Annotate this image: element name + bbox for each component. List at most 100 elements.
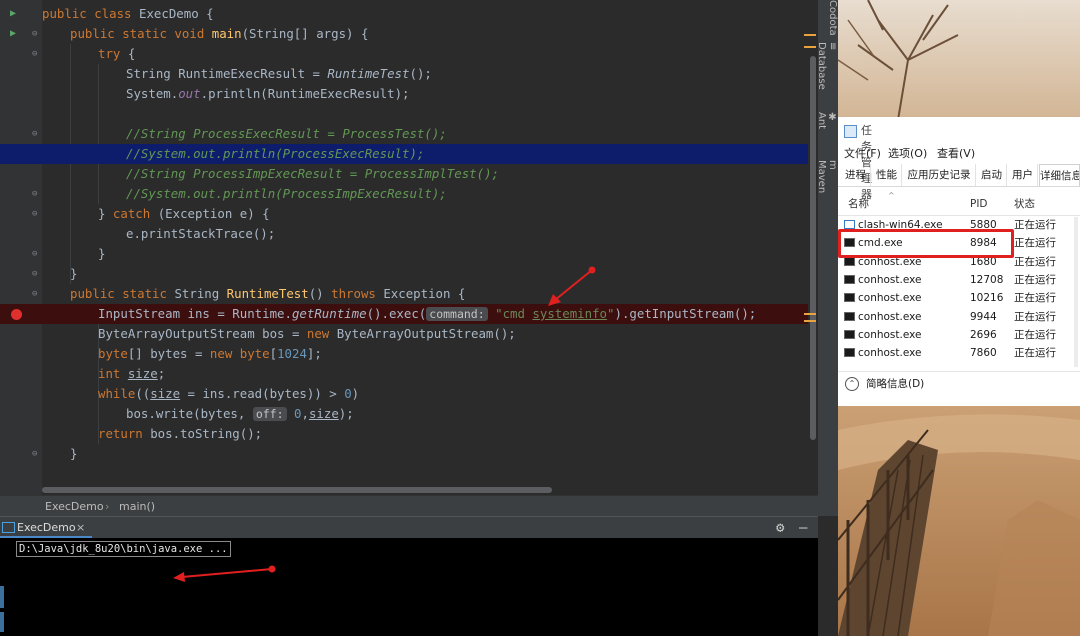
process-status: 正在运行 <box>1014 328 1056 341</box>
process-table-scrollbar[interactable] <box>1074 217 1078 367</box>
fold-icon[interactable]: ⊖ <box>32 284 37 304</box>
code-token: ).getInputStream(); <box>614 306 757 321</box>
editor-horizontal-scrollbar[interactable] <box>42 487 552 493</box>
code-line[interactable]: //String ProcessExecResult = ProcessTest… <box>0 124 808 144</box>
run-tool-window-header: ExecDemo × ⚙ — <box>0 516 818 539</box>
code-line[interactable]: } ⊖ <box>0 444 808 464</box>
error-stripe-marker[interactable] <box>804 313 816 315</box>
code-editor[interactable]: public class ExecDemo {▶ public static vo… <box>0 4 808 464</box>
error-stripe-marker[interactable] <box>804 46 816 48</box>
process-row[interactable]: conhost.exe 2696 正在运行 <box>838 326 1080 344</box>
code-token: ExecDemo { <box>138 6 214 21</box>
fold-icon[interactable]: ⊖ <box>32 444 37 464</box>
code-line[interactable]: } ⊖ <box>0 264 808 284</box>
breadcrumb-class[interactable]: ExecDemo <box>45 496 104 517</box>
console-side-button[interactable] <box>0 586 4 608</box>
breadcrumb-method[interactable]: main() <box>119 496 155 517</box>
fold-icon[interactable]: ⊖ <box>32 184 37 204</box>
code-token: new <box>306 326 337 341</box>
minimize-icon[interactable]: — <box>799 518 807 538</box>
run-tab-execdemo[interactable]: ExecDemo × <box>0 517 92 539</box>
code-line[interactable]: int size; <box>0 364 808 384</box>
parameter-hint: command: <box>426 307 488 321</box>
tab-details[interactable]: 详细信息 <box>1039 164 1080 186</box>
tab-startup[interactable]: 启动 <box>977 164 1007 186</box>
parameter-hint: off: <box>252 407 287 421</box>
tool-tab-maven[interactable]: m Maven <box>816 160 838 193</box>
code-token: ByteArrayOutputStream(); <box>336 326 516 341</box>
console-icon <box>844 293 855 303</box>
process-row[interactable]: conhost.exe 10216 正在运行 <box>838 289 1080 307</box>
fold-icon[interactable]: ⊖ <box>32 244 37 264</box>
code-line[interactable]: while((size = ins.read(bytes)) > 0) <box>0 384 808 404</box>
fold-icon[interactable]: ⊖ <box>32 264 37 284</box>
code-line[interactable]: public class ExecDemo {▶ <box>0 4 808 24</box>
code-token: } <box>98 206 113 221</box>
code-token: e.printStackTrace(); <box>126 226 276 241</box>
menu-options[interactable]: 选项(O) <box>888 145 927 163</box>
error-stripe-marker[interactable] <box>804 34 816 36</box>
code-token: ]; <box>306 346 322 361</box>
column-status[interactable]: 状态 <box>1014 193 1035 215</box>
code-line[interactable]: //String ProcessImpExecResult = ProcessI… <box>0 164 808 184</box>
code-token: public static void <box>70 26 212 41</box>
code-line[interactable]: } catch (Exception e) {⊖ <box>0 204 808 224</box>
close-icon[interactable]: × <box>76 517 85 539</box>
tab-performance[interactable]: 性能 <box>872 164 902 186</box>
console-icon <box>844 329 855 339</box>
code-token: System. <box>126 86 179 101</box>
run-gutter-icon[interactable]: ▶ <box>10 24 16 44</box>
code-token: 1024 <box>277 346 307 361</box>
breakpoint-icon[interactable] <box>11 309 22 320</box>
menu-view[interactable]: 查看(V) <box>937 145 975 163</box>
column-name[interactable]: 名称 <box>848 193 869 215</box>
code-line[interactable]: bos.write(bytes, off: 0,size); <box>0 404 808 424</box>
fold-icon[interactable]: ⊖ <box>32 204 37 224</box>
code-token: main <box>211 26 242 41</box>
process-pid: 10216 <box>970 292 1004 305</box>
code-line[interactable]: //System.out.println(ProcessImpExecResul… <box>0 184 808 204</box>
code-line[interactable]: ByteArrayOutputStream bos = new ByteArra… <box>0 324 808 344</box>
code-line[interactable]: String RuntimeExecResult = RuntimeTest()… <box>0 64 808 84</box>
code-line[interactable]: public static void main(String[] args) {… <box>0 24 808 44</box>
code-line[interactable]: System.out.println(RuntimeExecResult); <box>0 84 808 104</box>
code-token: //String ProcessExecResult = ProcessTest… <box>126 126 447 141</box>
console-side-button[interactable] <box>0 612 4 632</box>
error-stripe-marker[interactable] <box>804 320 816 322</box>
code-token: } <box>98 246 106 261</box>
tab-users[interactable]: 用户 <box>1008 164 1038 186</box>
code-line[interactable]: byte[] bytes = new byte[1024]; <box>0 344 808 364</box>
fewer-details-link[interactable]: 简略信息(D) <box>866 372 924 396</box>
code-token: int <box>98 366 128 381</box>
code-line[interactable]: public static String RuntimeTest() throw… <box>0 284 808 304</box>
code-line[interactable]: //System.out.println(ProcessExecResult); <box>0 144 808 164</box>
process-row[interactable]: conhost.exe 9944 正在运行 <box>838 308 1080 326</box>
run-console[interactable]: D:\Java\jdk_8u20\bin\java.exe ... <box>0 538 818 636</box>
tool-tab-database[interactable]: ≡ Database <box>816 42 838 90</box>
code-line[interactable]: return bos.toString(); <box>0 424 808 444</box>
code-line[interactable] <box>0 104 808 124</box>
process-row[interactable]: conhost.exe 7860 正在运行 <box>838 344 1080 362</box>
tab-processes[interactable]: 进程 <box>841 164 871 186</box>
column-pid[interactable]: PID <box>970 193 988 215</box>
code-line[interactable]: try {⊖ <box>0 44 808 64</box>
code-text: while((size = ins.read(bytes)) > 0) <box>98 384 359 404</box>
tool-tab-ant[interactable]: ✱ Ant <box>816 112 838 129</box>
fold-icon[interactable]: ⊖ <box>32 24 37 44</box>
gear-icon[interactable]: ⚙ <box>776 518 784 538</box>
fold-icon[interactable]: ⊖ <box>32 44 37 64</box>
process-row[interactable]: conhost.exe 12708 正在运行 <box>838 271 1080 289</box>
code-text: int size; <box>98 364 165 384</box>
code-line[interactable]: e.printStackTrace(); <box>0 224 808 244</box>
menu-file[interactable]: 文件(F) <box>844 145 881 163</box>
tool-tab-codota[interactable]: Codota <box>818 0 838 36</box>
code-line[interactable]: InputStream ins = Runtime.getRuntime().e… <box>0 304 808 324</box>
code-token: , <box>301 406 309 421</box>
console-icon <box>844 311 855 321</box>
tab-app-history[interactable]: 应用历史记录 <box>903 164 976 186</box>
chevron-up-icon[interactable]: ⌃ <box>845 377 859 391</box>
code-line[interactable]: } ⊖ <box>0 244 808 264</box>
fold-icon[interactable]: ⊖ <box>32 124 37 144</box>
code-text: System.out.println(RuntimeExecResult); <box>126 84 409 104</box>
run-gutter-icon[interactable]: ▶ <box>10 4 16 24</box>
